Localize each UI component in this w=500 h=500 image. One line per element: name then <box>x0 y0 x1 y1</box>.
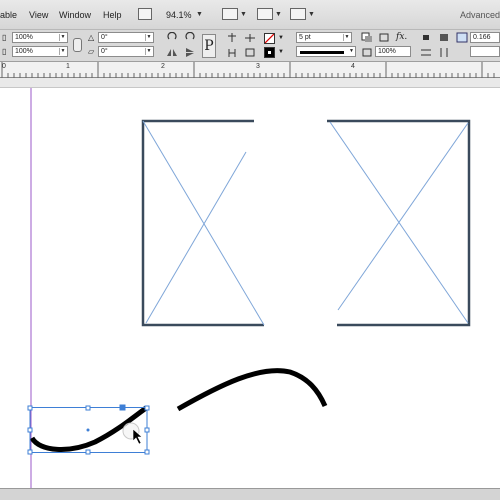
menu-view[interactable]: View <box>29 10 48 20</box>
select-container-icon[interactable] <box>244 47 256 58</box>
align-center-icon[interactable] <box>244 32 256 43</box>
corner-options-field[interactable] <box>470 46 500 57</box>
selection-handle-bc[interactable] <box>85 449 91 455</box>
scale-x-dropdown-icon[interactable]: ▼ <box>59 34 66 41</box>
arrange-dropdown-icon[interactable]: ▼ <box>308 11 315 18</box>
rotate-angle-dropdown-icon[interactable]: ▼ <box>145 34 152 41</box>
scale-x-field[interactable]: 100% ▼ <box>12 32 68 43</box>
zoom-dropdown-icon[interactable]: ▼ <box>196 11 203 18</box>
selection-handle-anchor[interactable] <box>119 404 126 411</box>
selected-path[interactable] <box>27 404 150 455</box>
flip-vertical-icon[interactable] <box>184 47 196 58</box>
scale-y-dropdown-icon[interactable]: ▼ <box>59 48 66 55</box>
selection-handle-tr[interactable] <box>144 405 150 411</box>
selection-center-point <box>86 428 90 432</box>
shear-angle-dropdown-icon[interactable]: ▼ <box>145 48 152 55</box>
scale-x-label-icon: ▯ <box>2 33 7 42</box>
selection-handle-tc[interactable] <box>85 405 91 411</box>
shear-angle-field[interactable]: 0° ▼ <box>98 46 154 57</box>
artwork-layer <box>27 88 471 488</box>
curved-path[interactable] <box>176 368 328 412</box>
arrange-icon[interactable] <box>290 8 306 20</box>
graphics-frame-right[interactable] <box>327 119 471 327</box>
menu-help[interactable]: Help <box>103 10 122 20</box>
selection-handle-tl[interactable] <box>27 405 33 411</box>
workspace-switcher[interactable]: Advanced <box>460 10 500 20</box>
opacity-icon[interactable] <box>361 47 373 58</box>
fx-icon[interactable]: fx. <box>396 32 407 42</box>
stroke-type-dropdown-icon[interactable]: ▼ <box>349 48 354 54</box>
selection-handle-bl[interactable] <box>27 449 33 455</box>
rotate-angle-field[interactable]: 0° ▼ <box>98 32 154 43</box>
control-panel: ▯ 100% ▼ ▯ 100% ▼ △ 0° ▼ ▱ 0° ▼ P ▼ ▼ 5 pt ▼ … <box>0 30 500 62</box>
wrap-column-icon[interactable] <box>438 47 450 58</box>
scale-y-label-icon: ▯ <box>2 47 7 56</box>
fit-frame-icon[interactable] <box>456 32 468 43</box>
stroke-weight-dropdown-icon[interactable]: ▼ <box>343 34 350 41</box>
align-top-icon[interactable] <box>226 32 238 43</box>
document-canvas[interactable] <box>0 88 500 488</box>
stroke-weight-field[interactable]: 5 pt ▼ <box>296 32 352 43</box>
fill-dropdown-icon[interactable]: ▼ <box>278 35 284 41</box>
zoom-level[interactable]: 94.1% <box>166 10 192 20</box>
bottom-bar <box>0 488 500 500</box>
graphics-frame-left[interactable] <box>141 119 265 327</box>
horizontal-ruler: 0 1 2 3 4 <box>0 62 500 78</box>
wrap-jump-icon[interactable] <box>420 47 432 58</box>
flip-horizontal-icon[interactable] <box>166 47 178 58</box>
scale-y-field[interactable]: 100% ▼ <box>12 46 68 57</box>
fill-none-icon[interactable] <box>264 33 275 44</box>
stroke-dropdown-icon[interactable]: ▼ <box>278 49 284 55</box>
menu-bar: able View Window Help 94.1% ▼ ▼ ▼ ▼ Adva… <box>0 0 500 30</box>
drop-shadow-icon[interactable] <box>361 32 373 43</box>
selection-handle-br[interactable] <box>144 449 150 455</box>
menu-window[interactable]: Window <box>59 10 91 20</box>
effects-square-icon[interactable] <box>378 32 390 43</box>
distribute-icon[interactable] <box>226 47 238 58</box>
rotate-cw-icon[interactable] <box>166 32 178 43</box>
view-options-icon[interactable] <box>257 8 273 20</box>
selection-handle-mr[interactable] <box>144 427 150 433</box>
selection-handle-ml[interactable] <box>27 427 33 433</box>
view-options-dropdown-icon[interactable]: ▼ <box>275 11 282 18</box>
ruler-ticks <box>1 62 495 78</box>
reference-value-field[interactable]: 0.166 <box>470 32 500 43</box>
bridge-icon[interactable] <box>138 8 152 20</box>
screen-mode-icon[interactable] <box>222 8 238 20</box>
rotate-ccw-icon[interactable] <box>184 32 196 43</box>
text-p-icon[interactable]: P <box>202 34 216 58</box>
wrap-around-icon[interactable] <box>438 32 450 43</box>
frame-diagonal-4 <box>337 122 469 311</box>
stroke-swatch-icon[interactable] <box>264 47 275 58</box>
constrain-proportions-icon[interactable] <box>73 38 82 52</box>
rotate-angle-icon: △ <box>88 33 95 42</box>
screen-mode-dropdown-icon[interactable]: ▼ <box>240 11 247 18</box>
shear-angle-icon: ▱ <box>88 47 95 56</box>
stroke-type-select[interactable]: ▼ <box>296 46 356 57</box>
opacity-field[interactable]: 100% <box>375 46 411 57</box>
frame-diagonal-2 <box>145 151 247 324</box>
text-wrap-icon[interactable] <box>420 32 432 43</box>
ruler-strip <box>0 78 500 88</box>
frame-diagonal-1 <box>142 120 265 326</box>
menu-table[interactable]: able <box>0 10 17 20</box>
